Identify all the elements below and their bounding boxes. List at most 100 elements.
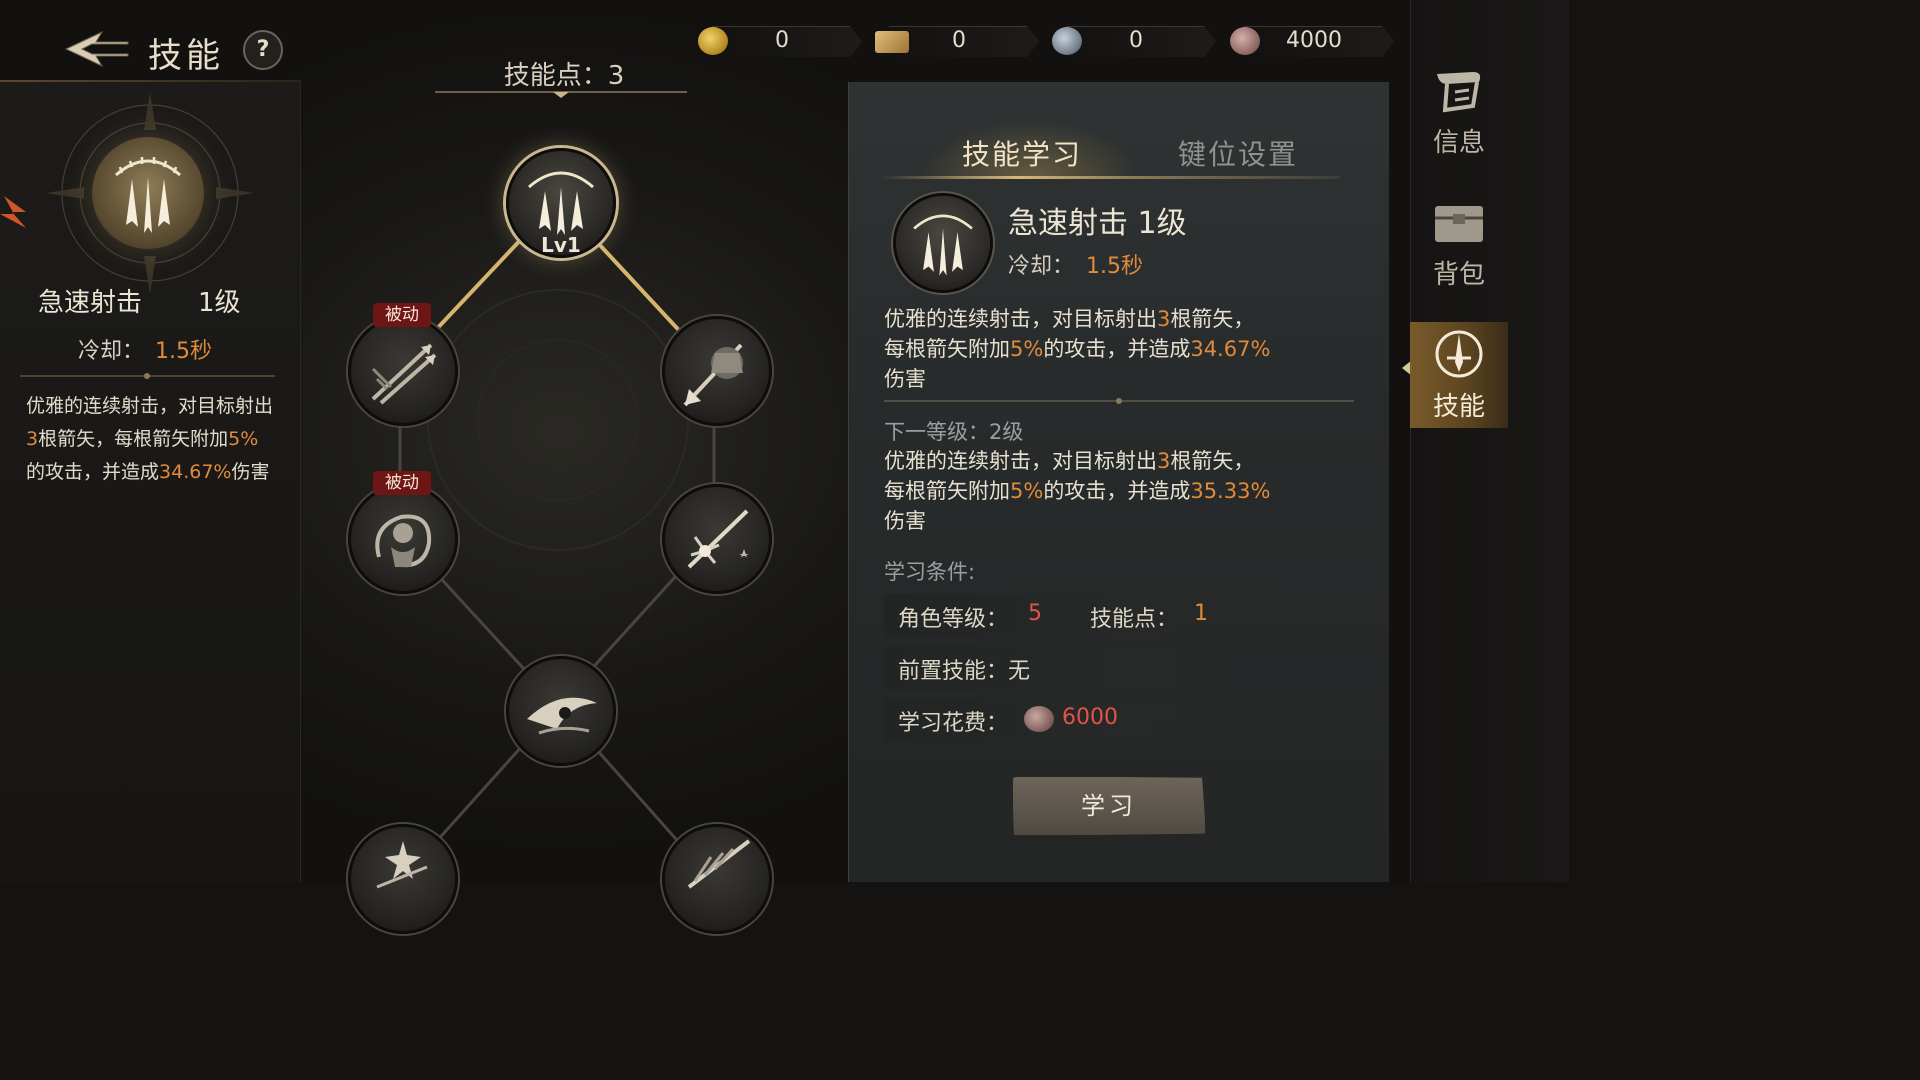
nav-label: 技能 — [1432, 392, 1485, 422]
skill-node-feather-arrow[interactable] — [662, 824, 772, 934]
nav-item-skill[interactable]: 技能 — [1410, 322, 1508, 428]
desc-text: 伤害 — [231, 461, 270, 483]
requirements-title: 学习条件: — [884, 560, 976, 584]
currency-copper: 4000 — [1230, 24, 1394, 58]
sword-emblem-icon — [1435, 330, 1483, 378]
desc-highlight: 5% — [1010, 337, 1044, 361]
skill-points-underline — [435, 91, 687, 98]
passive-tag: 被动 — [373, 303, 431, 327]
skill-title: 急速射击 1级 — [1008, 206, 1187, 241]
page-title: 技能 — [148, 36, 224, 76]
skill-node-star-arrow[interactable] — [348, 824, 458, 934]
char-level-value: 5 — [1028, 601, 1042, 626]
desc-text: 根箭矢， — [1170, 449, 1255, 473]
desc-text: 优雅的连续射击，对目标射出 — [884, 307, 1157, 331]
skill-level-badge: Lv1 — [541, 233, 581, 257]
nav-label: 背包 — [1432, 260, 1485, 290]
rapid-shot-icon — [896, 196, 990, 290]
crossed-arrows-icon — [371, 343, 437, 405]
desc-text: 的攻击，并造成 — [1043, 479, 1191, 503]
next-level-description: 优雅的连续射击，对目标射出3根箭矢， 每根箭矢附加5%的攻击，并造成35.33%… — [884, 446, 1364, 536]
passive-tag: 被动 — [373, 471, 431, 495]
currency-value: 0 — [952, 28, 966, 53]
copper-coin-icon — [1024, 706, 1054, 732]
desc-text: 根箭矢，每根箭矢附加 — [38, 428, 229, 450]
char-level-label: 角色等级： — [898, 607, 1009, 632]
wind-spirit-icon — [375, 514, 432, 568]
gold-coin-icon — [698, 27, 728, 55]
desc-highlight: 3 — [1157, 449, 1171, 473]
skill-node-rapid-shot[interactable]: Lv1 — [506, 148, 616, 258]
desc-text: 每根箭矢附加 — [884, 337, 1010, 361]
skill-node-passive-1[interactable]: 被动 — [348, 303, 458, 426]
cooldown-label: 冷却： — [1008, 254, 1075, 279]
desc-highlight: 3 — [1157, 307, 1171, 331]
desc-text: 的攻击，并造成 — [26, 461, 160, 483]
ornament-divider — [884, 398, 1354, 404]
scroll-icon — [1437, 72, 1481, 113]
currency-value: 0 — [775, 28, 789, 53]
learn-cost-value: 6000 — [1062, 705, 1118, 730]
desc-text: 的攻击，并造成 — [1043, 337, 1191, 361]
help-button[interactable]: ? — [243, 30, 283, 70]
skill-description: 优雅的连续射击，对目标射出 3根箭矢，每根箭矢附加5% 的攻击，并造成34.67%伤… — [26, 390, 276, 489]
currency-value: 0 — [1129, 28, 1143, 53]
skill-name: 急速射击 — [38, 288, 143, 318]
skill-point-label: 技能点： — [1090, 607, 1179, 632]
desc-highlight: 34.67% — [159, 461, 232, 483]
back-arrow-icon[interactable] — [62, 28, 132, 70]
desc-line: 每根箭矢附加5%的攻击，并造成34.67% — [884, 334, 1364, 364]
cooldown-value: 1.5秒 — [1086, 254, 1143, 279]
nav-item-bag[interactable]: 背包 — [1410, 198, 1508, 294]
prerequisite-skill: 前置技能：无 — [898, 659, 1031, 684]
skill-points-counter: 技能点：3 — [503, 61, 625, 91]
desc-line: 每根箭矢附加5%的攻击，并造成35.33% — [884, 476, 1364, 506]
skill-level: 1级 — [198, 288, 241, 318]
skill-node-armor[interactable] — [662, 316, 772, 426]
armored-arrow-icon — [683, 343, 743, 407]
current-level-description: 优雅的连续射击，对目标射出3根箭矢， 每根箭矢附加5%的攻击，并造成34.67%… — [884, 304, 1364, 394]
desc-text: 每根箭矢附加 — [884, 479, 1010, 503]
desc-text: 优雅的连续射击，对目标射出 — [26, 395, 274, 417]
currency-value: 4000 — [1286, 28, 1342, 53]
selected-skill-emblem — [40, 90, 260, 300]
tab-skill-learn[interactable]: 技能学习 — [962, 133, 1082, 173]
desc-line: 伤害 — [884, 367, 926, 391]
skill-point-value: 1 — [1194, 601, 1208, 626]
feather-arrow-icon — [687, 839, 751, 889]
desc-line: 优雅的连续射击，对目标射出3根箭矢， — [884, 446, 1364, 476]
desc-line: 伤害 — [884, 509, 926, 533]
tab-underline — [880, 176, 1340, 179]
header-divider — [0, 80, 300, 82]
star-arrow-icon — [376, 841, 428, 889]
currency-ticket: 0 — [875, 24, 1039, 58]
nav-item-info[interactable]: 信息 — [1410, 66, 1508, 162]
desc-highlight: 3 — [26, 428, 39, 450]
skill-node-passive-2[interactable]: 被动 — [348, 471, 458, 594]
tab-key-settings[interactable]: 键位设置 — [1178, 133, 1298, 173]
currency-gold: 0 — [698, 24, 862, 58]
cooldown-label: 冷却： — [78, 339, 145, 364]
skill-node-burst[interactable] — [662, 484, 772, 594]
desc-line: 优雅的连续射击，对目标射出3根箭矢， — [884, 304, 1364, 334]
eagle-eye-icon — [527, 697, 597, 735]
starburst-arrow-icon — [687, 509, 749, 569]
skill-node-eagle-eye[interactable] — [506, 656, 616, 766]
ticket-icon — [875, 31, 909, 53]
desc-text: 优雅的连续射击，对目标射出 — [884, 449, 1157, 473]
side-drawer-icon[interactable] — [0, 178, 42, 250]
next-level-label: 下一等级：2级 — [884, 420, 1024, 444]
desc-highlight: 5% — [1010, 479, 1044, 503]
cooldown-value: 1.5秒 — [155, 339, 212, 364]
nav-label: 信息 — [1432, 128, 1485, 158]
desc-text: 根箭矢， — [1170, 307, 1255, 331]
learn-cost-label: 学习花费： — [898, 711, 1009, 736]
chest-icon — [1435, 206, 1483, 242]
desc-highlight: 35.33% — [1190, 479, 1271, 503]
copper-coin-icon — [1230, 27, 1260, 55]
silver-coin-icon — [1052, 27, 1082, 55]
learn-button[interactable]: 学习 — [1012, 776, 1206, 836]
currency-silver: 0 — [1052, 24, 1216, 58]
desc-highlight: 34.67% — [1190, 337, 1271, 361]
desc-highlight: 5% — [228, 428, 259, 450]
